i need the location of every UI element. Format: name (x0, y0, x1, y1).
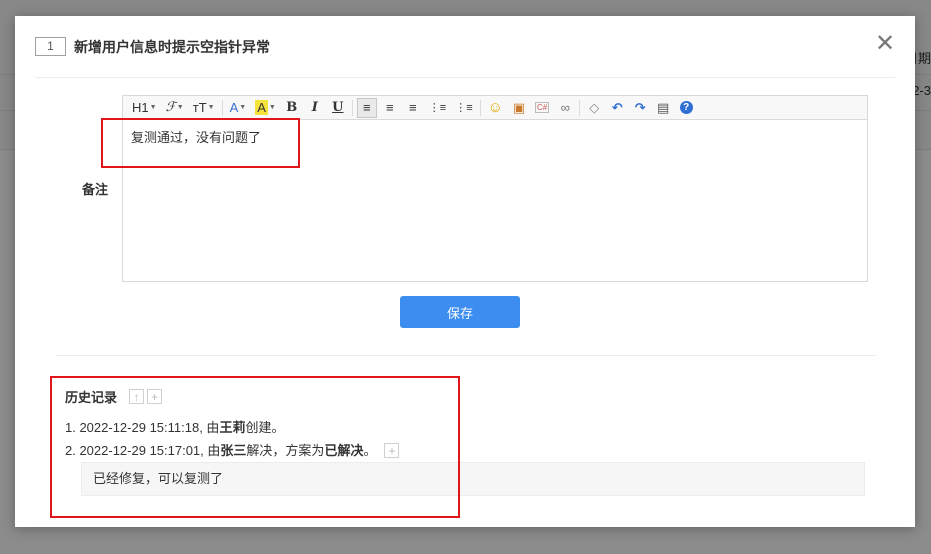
history-resolution: 已解决 (324, 443, 364, 458)
close-icon[interactable]: ✕ (875, 32, 895, 56)
history-item: 1. 2022-12-29 15:11:18, 由 王莉 创建。 (65, 416, 399, 439)
image-icon[interactable]: ▣ (509, 98, 529, 118)
history-section-title: 历史记录 ↑ + (65, 387, 163, 406)
code-icon[interactable]: C# (532, 98, 552, 118)
history-user: 张三 (220, 443, 247, 458)
highlight-color-button[interactable]: A ▼ (252, 98, 279, 118)
unordered-list-icon[interactable]: ⋮≡ (452, 98, 475, 118)
dialog-title: 新增用户信息时提示空指针异常 (74, 39, 270, 55)
history-title-text: 历史记录 (65, 390, 118, 405)
bug-id-badge: 1 (35, 37, 66, 56)
toolbar-separator (479, 99, 481, 116)
history-item: 2. 2022-12-29 15:17:01, 由 张三 解决，方案为 已解决 … (65, 439, 400, 462)
redo-icon[interactable]: ↷ (630, 98, 650, 118)
align-left-icon[interactable]: ≡ (356, 97, 377, 118)
ordered-list-icon[interactable]: ⋮≡ (426, 98, 449, 118)
history-list: 1. 2022-12-29 15:11:18, 由 王莉 创建。 2. 2022… (65, 416, 400, 462)
font-color-button[interactable]: A ▼ (227, 98, 250, 118)
section-divider (55, 355, 876, 356)
toolbar-separator (579, 99, 581, 116)
editor-toolbar: H1 ▼ ℱ ▼ тT ▼ A ▼ A ▼ B I U ≡ ≡ ≡ ⋮≡ ⋮≡ ☺ ▣ C… (123, 96, 867, 120)
undo-icon[interactable]: ↶ (607, 98, 627, 118)
dialog-header: 1 新增用户信息时提示空指针异常 ✕ (35, 32, 895, 78)
link-icon[interactable]: ∞ (555, 98, 575, 118)
expand-all-icon[interactable]: + (147, 389, 163, 404)
align-right-icon[interactable]: ≡ (403, 98, 423, 118)
italic-button[interactable]: I (305, 98, 325, 118)
editor-content-area[interactable]: 复测通过，没有问题了 (123, 120, 867, 156)
save-button[interactable]: 保存 (400, 296, 520, 328)
paste-icon[interactable]: ▤ (653, 98, 673, 118)
font-family-dropdown-button[interactable]: ℱ ▼ (163, 98, 187, 118)
history-user: 王莉 (219, 420, 246, 435)
font-size-dropdown-button[interactable]: тT ▼ (190, 98, 218, 118)
help-icon[interactable]: ? (676, 98, 696, 118)
history-comment: 已经修复，可以复测了 (81, 462, 865, 496)
underline-button[interactable]: U (328, 98, 348, 118)
remark-label: 备注 (82, 182, 109, 197)
toolbar-separator (351, 99, 353, 116)
resolve-dialog: 1 新增用户信息时提示空指针异常 ✕ 备注 H1 ▼ ℱ ▼ тT ▼ A ▼ A ▼ B… (15, 16, 915, 527)
expand-comment-icon[interactable]: + (384, 443, 400, 458)
arrow-up-icon[interactable]: ↑ (129, 389, 145, 404)
toolbar-separator (221, 99, 223, 116)
heading-dropdown-button[interactable]: H1 ▼ (129, 98, 160, 118)
align-center-icon[interactable]: ≡ (380, 98, 400, 118)
eraser-icon[interactable]: ◇ (584, 98, 604, 118)
rich-text-editor[interactable]: H1 ▼ ℱ ▼ тT ▼ A ▼ A ▼ B I U ≡ ≡ ≡ ⋮≡ ⋮≡ ☺ ▣ C… (122, 95, 868, 282)
emoji-icon[interactable]: ☺ (485, 98, 506, 118)
editor-content-text: 复测通过，没有问题了 (131, 130, 262, 145)
bold-button[interactable]: B (282, 98, 302, 118)
